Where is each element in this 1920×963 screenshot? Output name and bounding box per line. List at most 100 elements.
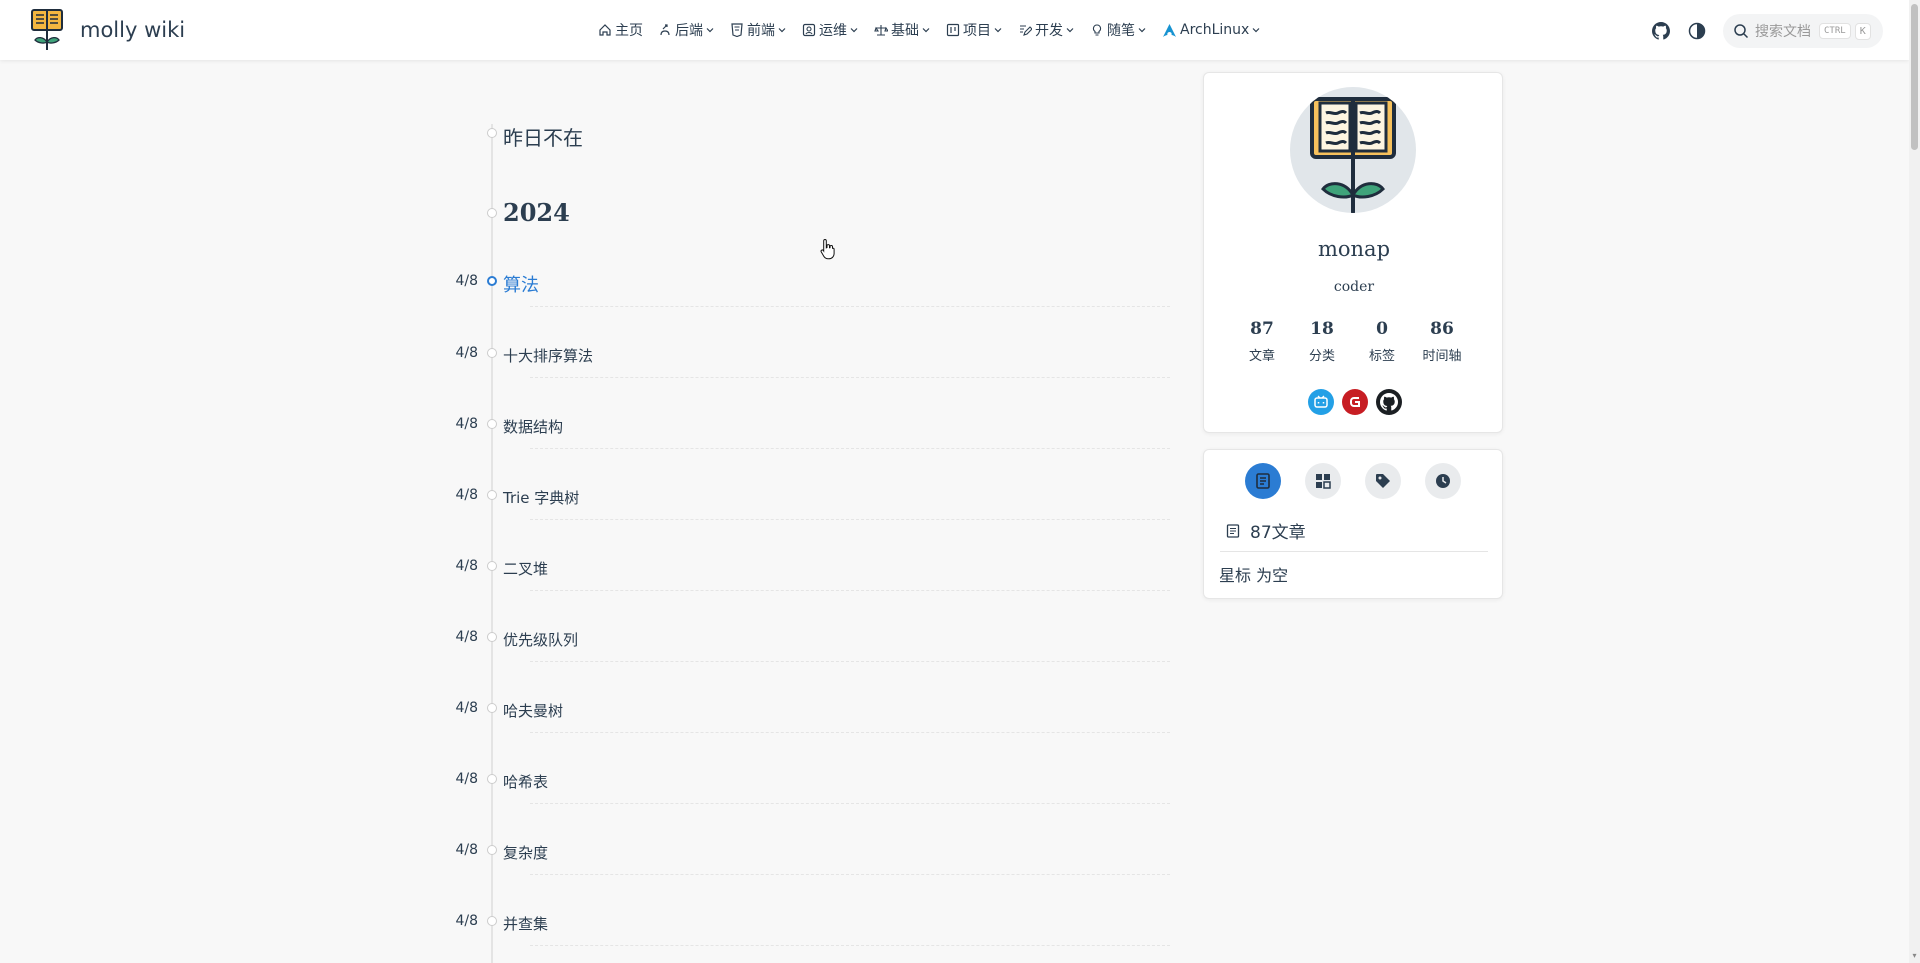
board-icon	[946, 23, 960, 37]
timeline-entry[interactable]: 4/8 复杂度	[440, 842, 1170, 913]
profile-card: monap coder 87 文章 18 分类 0 标签 86 时间轴	[1203, 72, 1503, 433]
tab-articles[interactable]	[1245, 463, 1281, 499]
entry-divider	[530, 448, 1170, 449]
entry-divider	[530, 874, 1170, 875]
nav-item-frontend[interactable]: 前端	[730, 20, 787, 40]
profile-description: coder	[1333, 279, 1375, 295]
stat-value: 0	[1376, 319, 1388, 339]
contrast-icon	[1688, 22, 1706, 40]
chevron-down-icon	[1066, 28, 1074, 33]
stat-value: 86	[1430, 319, 1454, 339]
nav-item-backend[interactable]: 后端	[658, 20, 715, 40]
gitee-link[interactable]	[1342, 389, 1368, 415]
search-input[interactable]: 搜索文档 CTRL K	[1723, 14, 1883, 48]
navbar: molly wiki 主页 后端 前端 运维 基础 项目 开发 随笔 ArchL…	[0, 0, 1909, 60]
stat-label: 标签	[1368, 349, 1395, 364]
timeline-dot	[487, 128, 497, 138]
tab-tags[interactable]	[1365, 463, 1401, 499]
timeline-dot	[487, 703, 497, 713]
entry-date: 4/8	[455, 273, 478, 289]
nav-item-notes[interactable]: 随笔	[1090, 20, 1147, 40]
entry-title[interactable]: 二叉堆	[503, 558, 548, 579]
entry-date: 4/8	[455, 558, 478, 574]
entry-title[interactable]: 并查集	[503, 913, 548, 934]
nav-item-label: ArchLinux	[1180, 22, 1250, 38]
timeline-entry[interactable]: 4/8 十大排序算法	[440, 345, 1170, 416]
theme-toggle-button[interactable]	[1681, 15, 1713, 47]
timeline-dot	[487, 632, 497, 642]
scale-icon	[874, 25, 888, 36]
stat-tags[interactable]: 0 标签	[1352, 319, 1412, 364]
kbd-k: K	[1854, 22, 1871, 40]
timeline-entry[interactable]: 4/8 并查集	[440, 913, 1170, 963]
nav-item-label: 项目	[963, 23, 991, 39]
scrollbar-thumb[interactable]	[1911, 4, 1918, 150]
articles-summary[interactable]: 87文章	[1226, 518, 1306, 543]
chevron-down-icon	[850, 28, 858, 33]
nav-item-label: 前端	[747, 23, 775, 39]
entry-title[interactable]: Trie 字典树	[503, 487, 579, 508]
entry-title[interactable]: 算法	[503, 271, 539, 297]
github-icon	[1652, 22, 1670, 40]
nav-item-basics[interactable]: 基础	[874, 20, 931, 40]
starred-empty-text: 星标 为空	[1219, 566, 1289, 585]
stat-timeline[interactable]: 86 时间轴	[1412, 319, 1472, 364]
entry-title[interactable]: 哈希表	[503, 771, 548, 792]
chevron-down-icon	[1252, 28, 1260, 33]
entry-date: 4/8	[455, 416, 478, 432]
entry-divider	[530, 519, 1170, 520]
github-link[interactable]	[1376, 389, 1402, 415]
timeline-year: 2024	[503, 198, 570, 227]
timeline-entry[interactable]: 4/8 算法	[440, 273, 1170, 344]
entry-divider	[530, 306, 1170, 307]
profile-name: monap	[1317, 237, 1391, 261]
timeline-entry[interactable]: 4/8 哈夫曼树	[440, 700, 1170, 771]
brand-link[interactable]: molly wiki	[28, 8, 185, 52]
stat-value: 87	[1250, 319, 1274, 339]
nav-item-archlinux[interactable]: ArchLinux	[1162, 22, 1261, 38]
edit-icon	[1020, 25, 1032, 36]
nav-item-label: 运维	[819, 23, 847, 39]
tab-categories[interactable]	[1305, 463, 1341, 499]
entry-date: 4/8	[455, 913, 478, 929]
entry-title[interactable]: 哈夫曼树	[503, 700, 563, 721]
chevron-down-icon	[994, 28, 1002, 33]
timeline-dot	[487, 419, 497, 429]
timeline-entry[interactable]: 4/8 优先级队列	[440, 629, 1170, 700]
timeline: 昨日不在 2024 4/8 算法 4/8 十大排序算法 4/8 数据结构 4/8…	[440, 60, 1170, 963]
timeline-entry[interactable]: 4/8 二叉堆	[440, 558, 1170, 629]
timeline-entry[interactable]: 4/8 哈希表	[440, 771, 1170, 842]
ops-icon	[802, 23, 816, 37]
scroll-down-arrow-icon[interactable]: ▾	[1911, 952, 1918, 960]
hand-cursor-icon	[820, 238, 835, 260]
entry-title[interactable]: 数据结构	[503, 416, 563, 437]
entry-title[interactable]: 优先级队列	[503, 629, 578, 650]
nav-item-dev[interactable]: 开发	[1018, 20, 1075, 40]
entry-divider	[530, 590, 1170, 591]
bilibili-icon	[1314, 395, 1328, 408]
tag-icon	[1376, 474, 1390, 488]
github-link[interactable]	[1645, 15, 1677, 47]
timeline-entry[interactable]: 4/8 Trie 字典树	[440, 487, 1170, 558]
page-scrollbar[interactable]: ▾	[1909, 0, 1920, 963]
entry-divider	[530, 945, 1170, 946]
nav-item-projects[interactable]: 项目	[946, 20, 1003, 40]
main-nav: 主页 后端 前端 运维 基础 项目 开发 随笔 ArchLinux	[598, 0, 1276, 60]
avatar	[1290, 87, 1416, 213]
nav-actions: 搜索文档 CTRL K	[1645, 14, 1883, 48]
timeline-dot	[487, 845, 497, 855]
stat-categories[interactable]: 18 分类	[1292, 319, 1352, 364]
entry-title[interactable]: 十大排序算法	[503, 345, 593, 366]
nav-item-label: 开发	[1035, 23, 1063, 39]
bilibili-link[interactable]	[1308, 389, 1334, 415]
tab-timeline[interactable]	[1425, 463, 1461, 499]
timeline-dot	[487, 348, 497, 358]
entry-date: 4/8	[455, 842, 478, 858]
stat-articles[interactable]: 87 文章	[1232, 319, 1292, 364]
divider	[1220, 551, 1488, 552]
timeline-entry[interactable]: 4/8 数据结构	[440, 416, 1170, 487]
entry-title[interactable]: 复杂度	[503, 842, 548, 863]
category-icon	[1316, 474, 1331, 489]
nav-item-ops[interactable]: 运维	[802, 20, 859, 40]
nav-item-home[interactable]: 主页	[598, 20, 643, 40]
